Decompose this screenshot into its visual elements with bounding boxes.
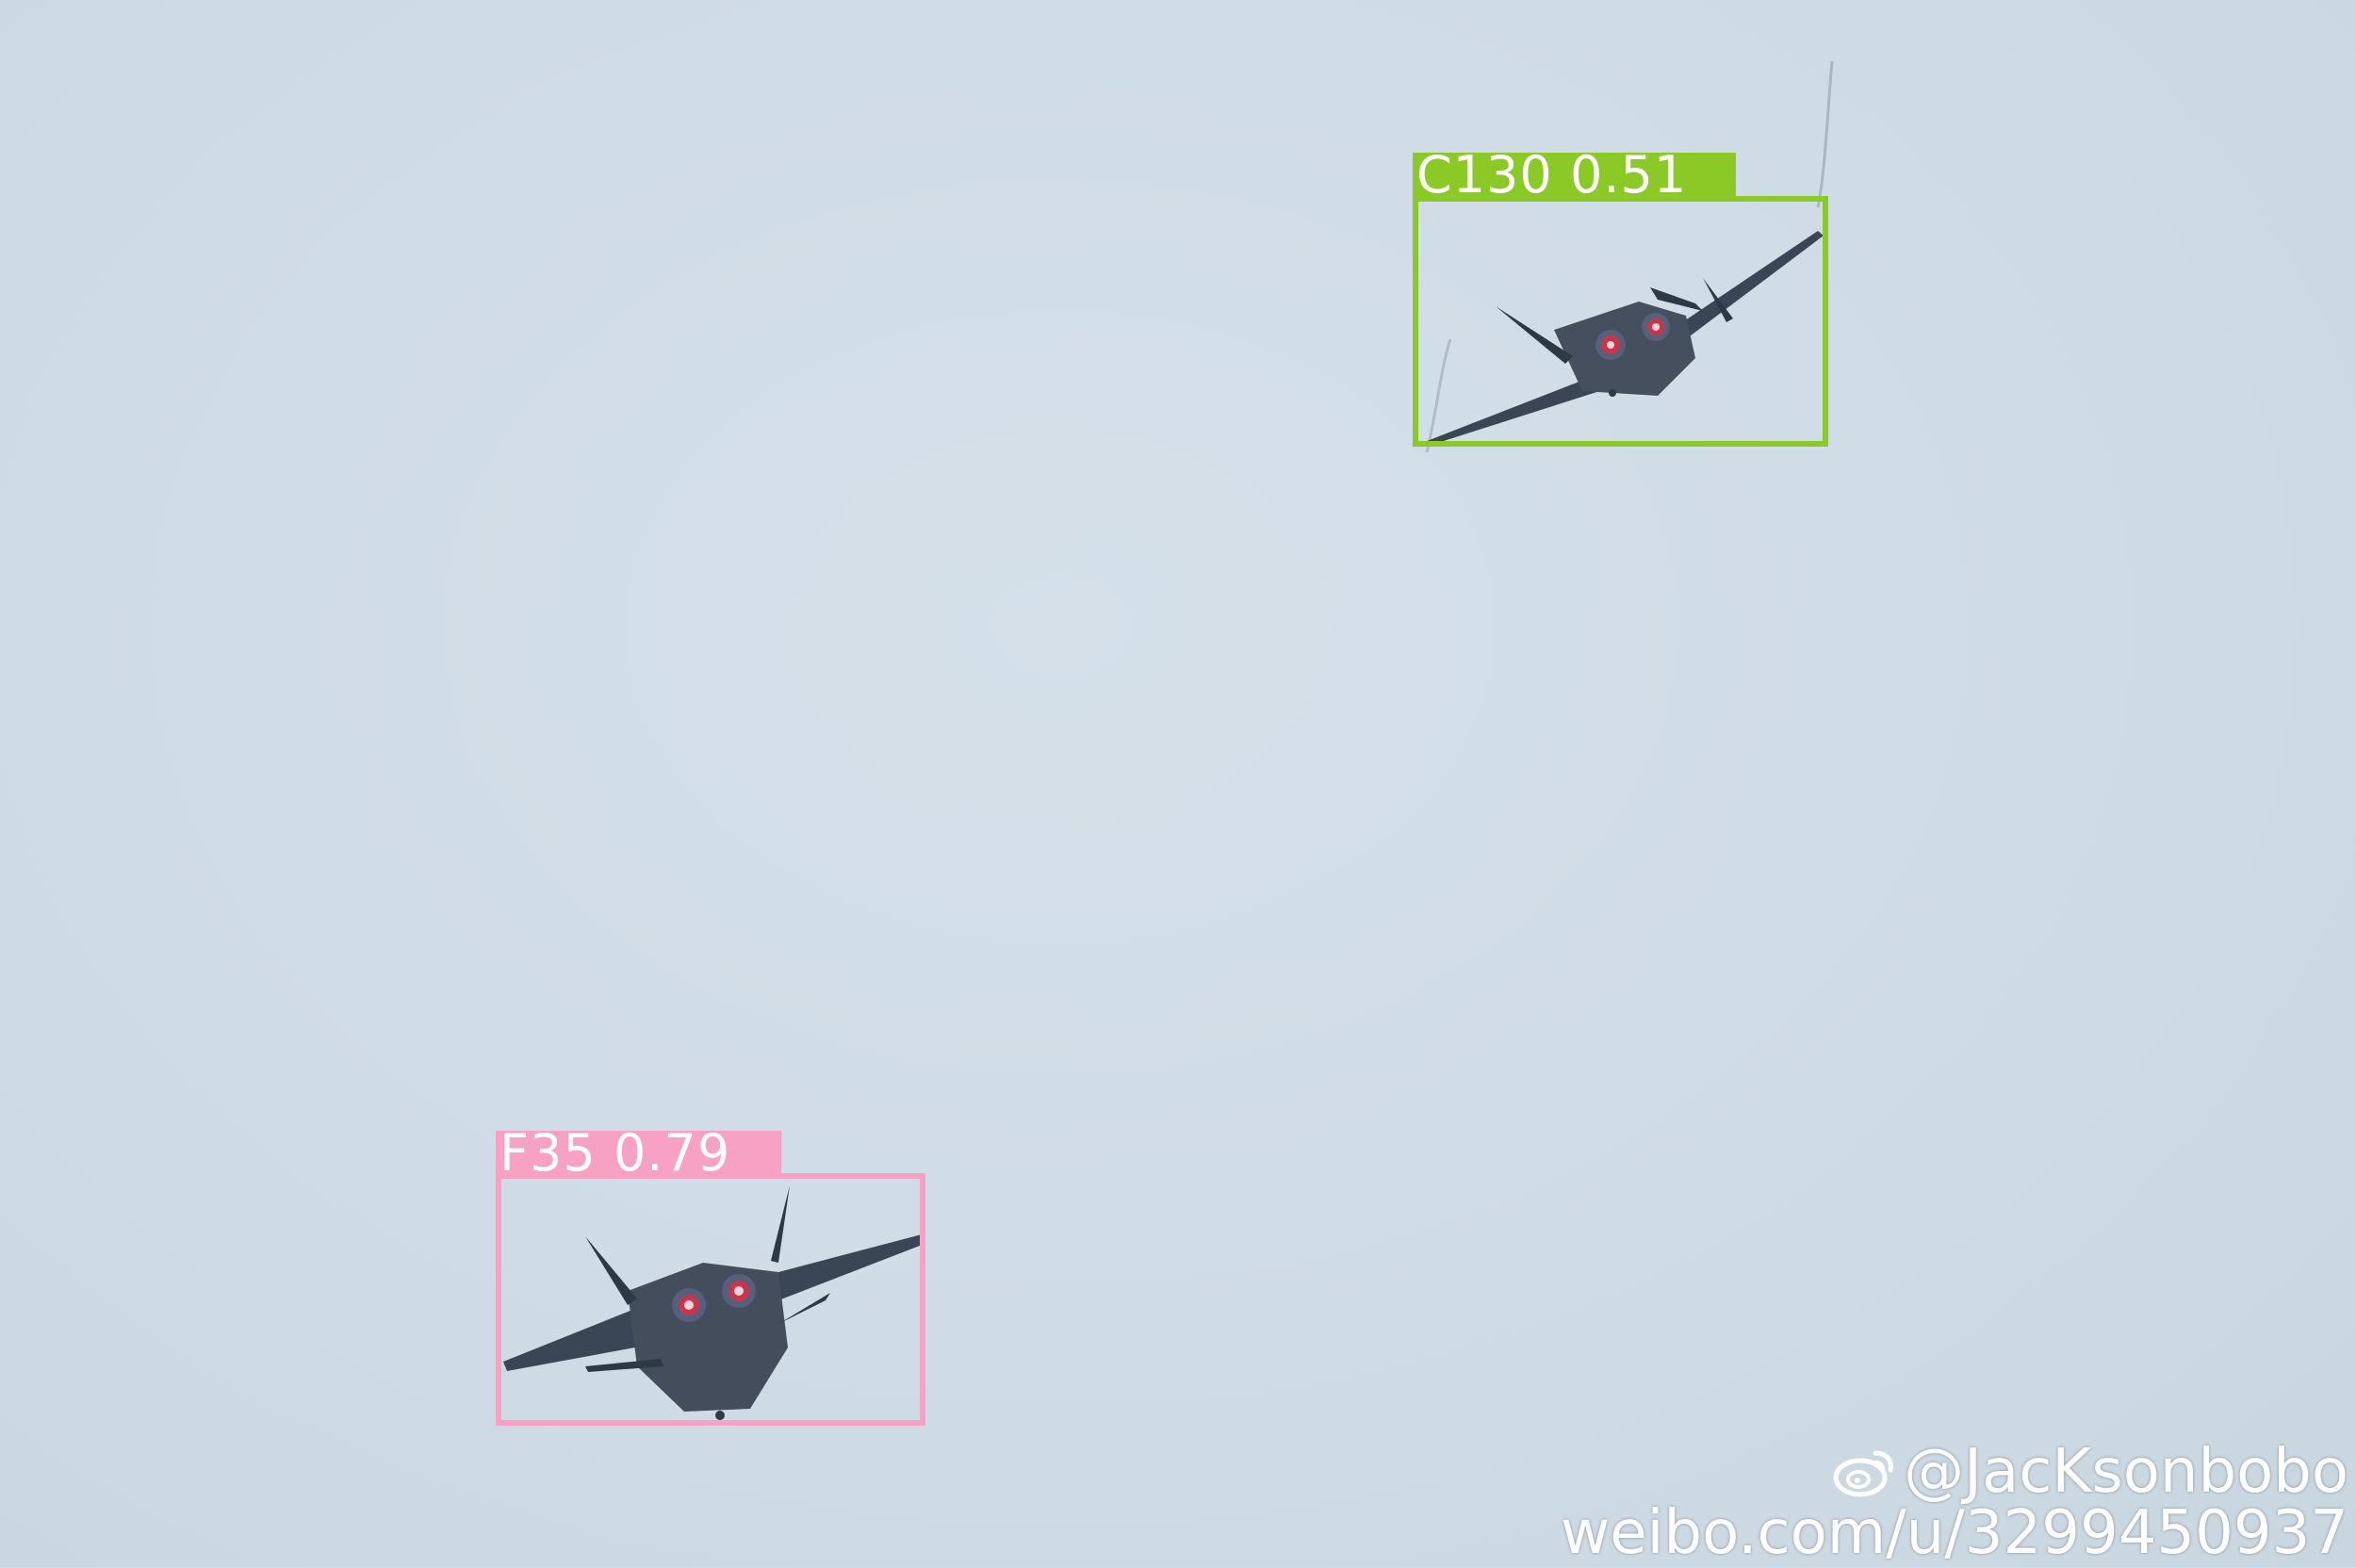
detection-box-f35[interactable] [496, 1173, 925, 1426]
detection-image: C130 0.51 F35 0.79 @JacKsonbobo weibo.co… [0, 0, 2356, 1568]
watermark-handle: @JacKsonbobo [1904, 1437, 2348, 1507]
weibo-icon [1833, 1450, 1893, 1497]
detection-label-f35: F35 0.79 [496, 1128, 781, 1179]
detection-label-c130: C130 0.51 [1413, 150, 1736, 201]
watermark-url: weibo.com/u/3299450937 [1560, 1498, 2348, 1568]
detection-box-c130[interactable] [1413, 196, 1828, 447]
watermark-handle-line: @JacKsonbobo [1832, 1437, 2348, 1507]
